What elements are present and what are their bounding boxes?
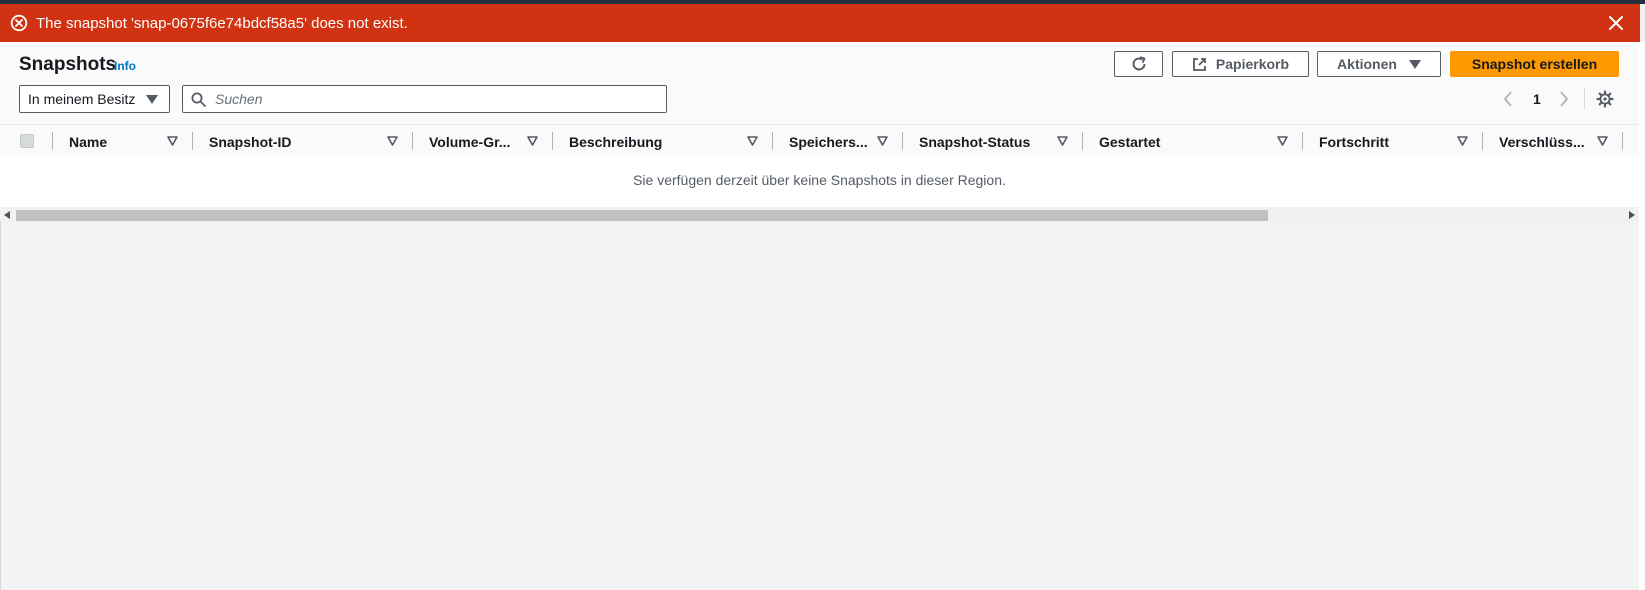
caret-down-icon [146, 95, 158, 104]
owner-filter-value: In meinem Besitz [28, 91, 136, 107]
sort-icon[interactable] [1597, 136, 1608, 146]
select-all-checkbox[interactable] [20, 134, 34, 148]
page-title: Snapshots [19, 54, 117, 75]
column-header-storage-tier[interactable]: Speichers... [789, 134, 868, 150]
table-header: Name Snapshot-ID Volume-Gr... Beschreibu… [0, 124, 1639, 158]
column-divider[interactable] [902, 132, 903, 150]
column-divider[interactable] [1622, 132, 1623, 150]
create-snapshot-label: Snapshot erstellen [1471, 56, 1598, 72]
column-divider[interactable] [412, 132, 413, 150]
refresh-icon [1132, 56, 1145, 71]
column-divider[interactable] [552, 132, 553, 150]
column-divider[interactable] [192, 132, 193, 150]
column-header-encryption[interactable]: Verschlüss... [1499, 134, 1585, 150]
column-header-progress[interactable]: Fortschritt [1319, 134, 1389, 150]
owner-filter-select[interactable]: In meinem Besitz [19, 85, 170, 113]
scroll-right-arrow-icon[interactable] [1629, 211, 1635, 219]
column-header-started[interactable]: Gestartet [1099, 134, 1160, 150]
close-icon[interactable] [1606, 13, 1626, 33]
actions-dropdown-button[interactable]: Aktionen [1317, 51, 1441, 77]
snapshots-table-container: Snapshots Info Papierkorb Aktionen Snaps… [0, 42, 1639, 223]
column-header-name[interactable]: Name [69, 134, 107, 150]
actions-label: Aktionen [1337, 56, 1397, 72]
current-page[interactable]: 1 [1533, 91, 1541, 107]
column-divider[interactable] [1082, 132, 1083, 150]
scroll-left-arrow-icon[interactable] [4, 211, 10, 219]
sort-icon[interactable] [387, 136, 398, 146]
recycle-bin-label: Papierkorb [1215, 56, 1290, 72]
search-icon [191, 92, 206, 107]
external-link-icon [1193, 57, 1206, 71]
recycle-bin-button[interactable]: Papierkorb [1172, 51, 1309, 77]
error-flash-banner: The snapshot 'snap-0675f6e74bdcf58a5' do… [0, 4, 1640, 42]
column-header-description[interactable]: Beschreibung [569, 134, 662, 150]
sort-icon[interactable] [1457, 136, 1468, 146]
chevron-right-icon[interactable] [1558, 90, 1570, 108]
column-divider[interactable] [1482, 132, 1483, 150]
pagination-divider [1584, 88, 1585, 110]
table-body: Sie verfügen derzeit über keine Snapshot… [0, 157, 1639, 207]
sort-icon[interactable] [167, 136, 178, 146]
column-header-snapshot-status[interactable]: Snapshot-Status [919, 134, 1030, 150]
horizontal-scrollbar[interactable] [0, 207, 1639, 223]
refresh-button[interactable] [1114, 51, 1163, 77]
page-left-border [0, 221, 1, 590]
gear-icon[interactable] [1596, 90, 1614, 108]
column-divider[interactable] [772, 132, 773, 150]
sort-icon[interactable] [527, 136, 538, 146]
search-input[interactable] [213, 90, 657, 108]
empty-state-message: Sie verfügen derzeit über keine Snapshot… [633, 172, 1006, 188]
search-field[interactable] [182, 85, 667, 113]
sort-icon[interactable] [1057, 136, 1068, 146]
scrollbar-thumb[interactable] [16, 210, 1268, 221]
create-snapshot-button[interactable]: Snapshot erstellen [1450, 51, 1619, 77]
caret-down-icon [1408, 59, 1421, 69]
sort-icon[interactable] [877, 136, 888, 146]
error-circle-icon [10, 14, 28, 32]
column-header-volume-size[interactable]: Volume-Gr... [429, 134, 510, 150]
info-link[interactable]: Info [114, 59, 136, 73]
column-divider[interactable] [52, 132, 53, 150]
page-right-edge [1639, 42, 1645, 590]
column-header-snapshot-id[interactable]: Snapshot-ID [209, 134, 291, 150]
column-divider[interactable] [1302, 132, 1303, 150]
sort-icon[interactable] [1277, 136, 1288, 146]
flash-message: The snapshot 'snap-0675f6e74bdcf58a5' do… [36, 14, 408, 32]
chevron-left-icon[interactable] [1502, 90, 1514, 108]
sort-icon[interactable] [747, 136, 758, 146]
